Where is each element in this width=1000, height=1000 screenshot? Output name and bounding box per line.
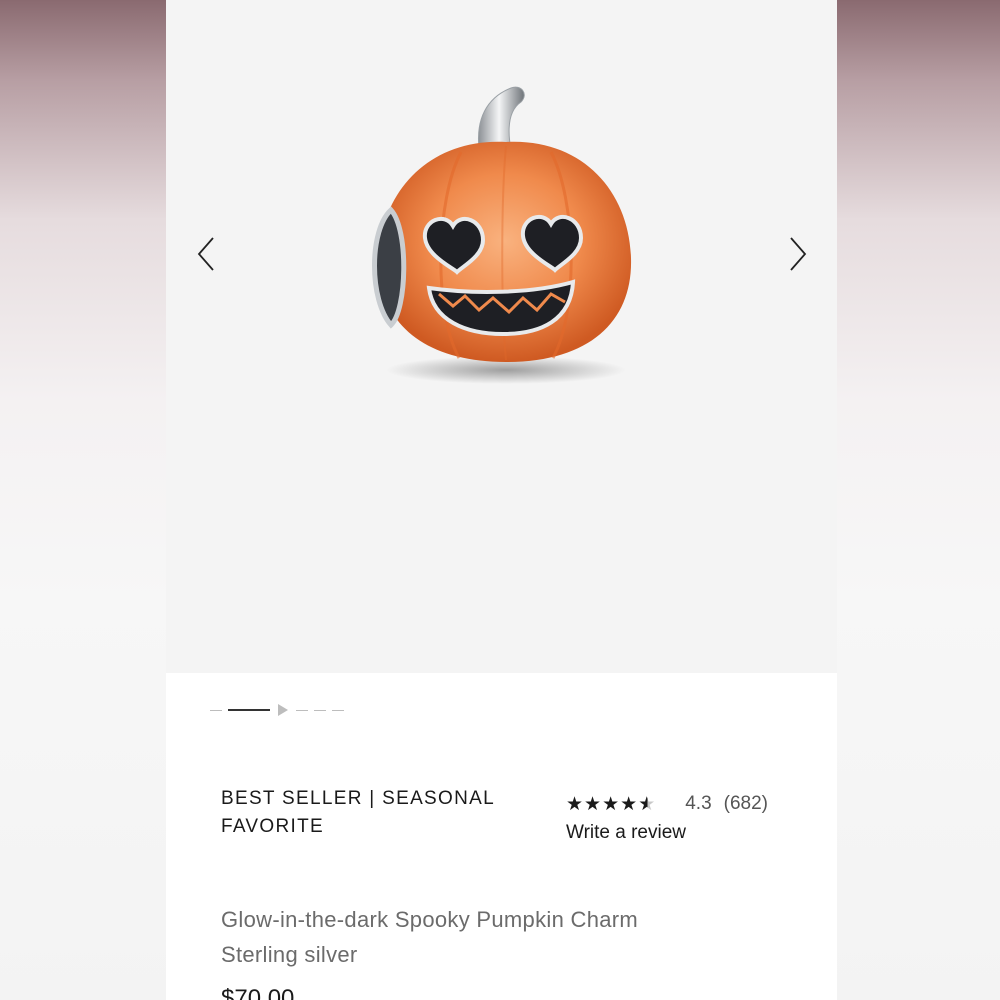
- background-left-blur: [0, 0, 166, 1000]
- review-count[interactable]: (682): [724, 793, 768, 815]
- pagination-dot[interactable]: [314, 709, 326, 711]
- product-badge: BEST SELLER | SEASONAL FAVORITE: [221, 788, 495, 837]
- product-price: $70.00: [221, 985, 295, 1000]
- star-full-icon: ★: [584, 793, 602, 815]
- rating-score: 4.3: [685, 793, 712, 814]
- pagination-dot[interactable]: [332, 709, 344, 711]
- star-full-icon: ★: [566, 793, 584, 815]
- star-full-icon: ★: [620, 793, 638, 815]
- chevron-right-icon: [790, 237, 807, 271]
- pagination-dot[interactable]: [296, 709, 308, 711]
- product-title: Glow-in-the-dark Spooky Pumpkin Charm St…: [221, 902, 781, 972]
- rating-block: ★ ★ ★ ★ ★ 4.3 (682) Write a review: [566, 790, 816, 844]
- next-image-button[interactable]: [778, 232, 818, 276]
- background-right-blur: [837, 0, 1000, 1000]
- star-partial-icon: ★: [638, 793, 656, 815]
- chevron-left-icon: [197, 237, 214, 271]
- write-review-link[interactable]: Write a review: [566, 822, 816, 844]
- product-name: Glow-in-the-dark Spooky Pumpkin Charm: [221, 907, 639, 932]
- previous-image-button[interactable]: [186, 232, 226, 276]
- product-material: Sterling silver: [221, 942, 358, 967]
- image-gallery[interactable]: [166, 0, 837, 673]
- pumpkin-charm-image[interactable]: [361, 80, 651, 390]
- pagination-dot[interactable]: [210, 709, 222, 711]
- gallery-pagination[interactable]: [210, 700, 344, 720]
- star-full-icon: ★: [602, 793, 620, 815]
- pagination-dot-active[interactable]: [228, 709, 270, 711]
- play-video-icon[interactable]: [278, 704, 288, 716]
- rating-stars[interactable]: ★ ★ ★ ★ ★: [566, 793, 655, 816]
- product-page: BEST SELLER | SEASONAL FAVORITE ★ ★ ★ ★ …: [166, 0, 837, 1000]
